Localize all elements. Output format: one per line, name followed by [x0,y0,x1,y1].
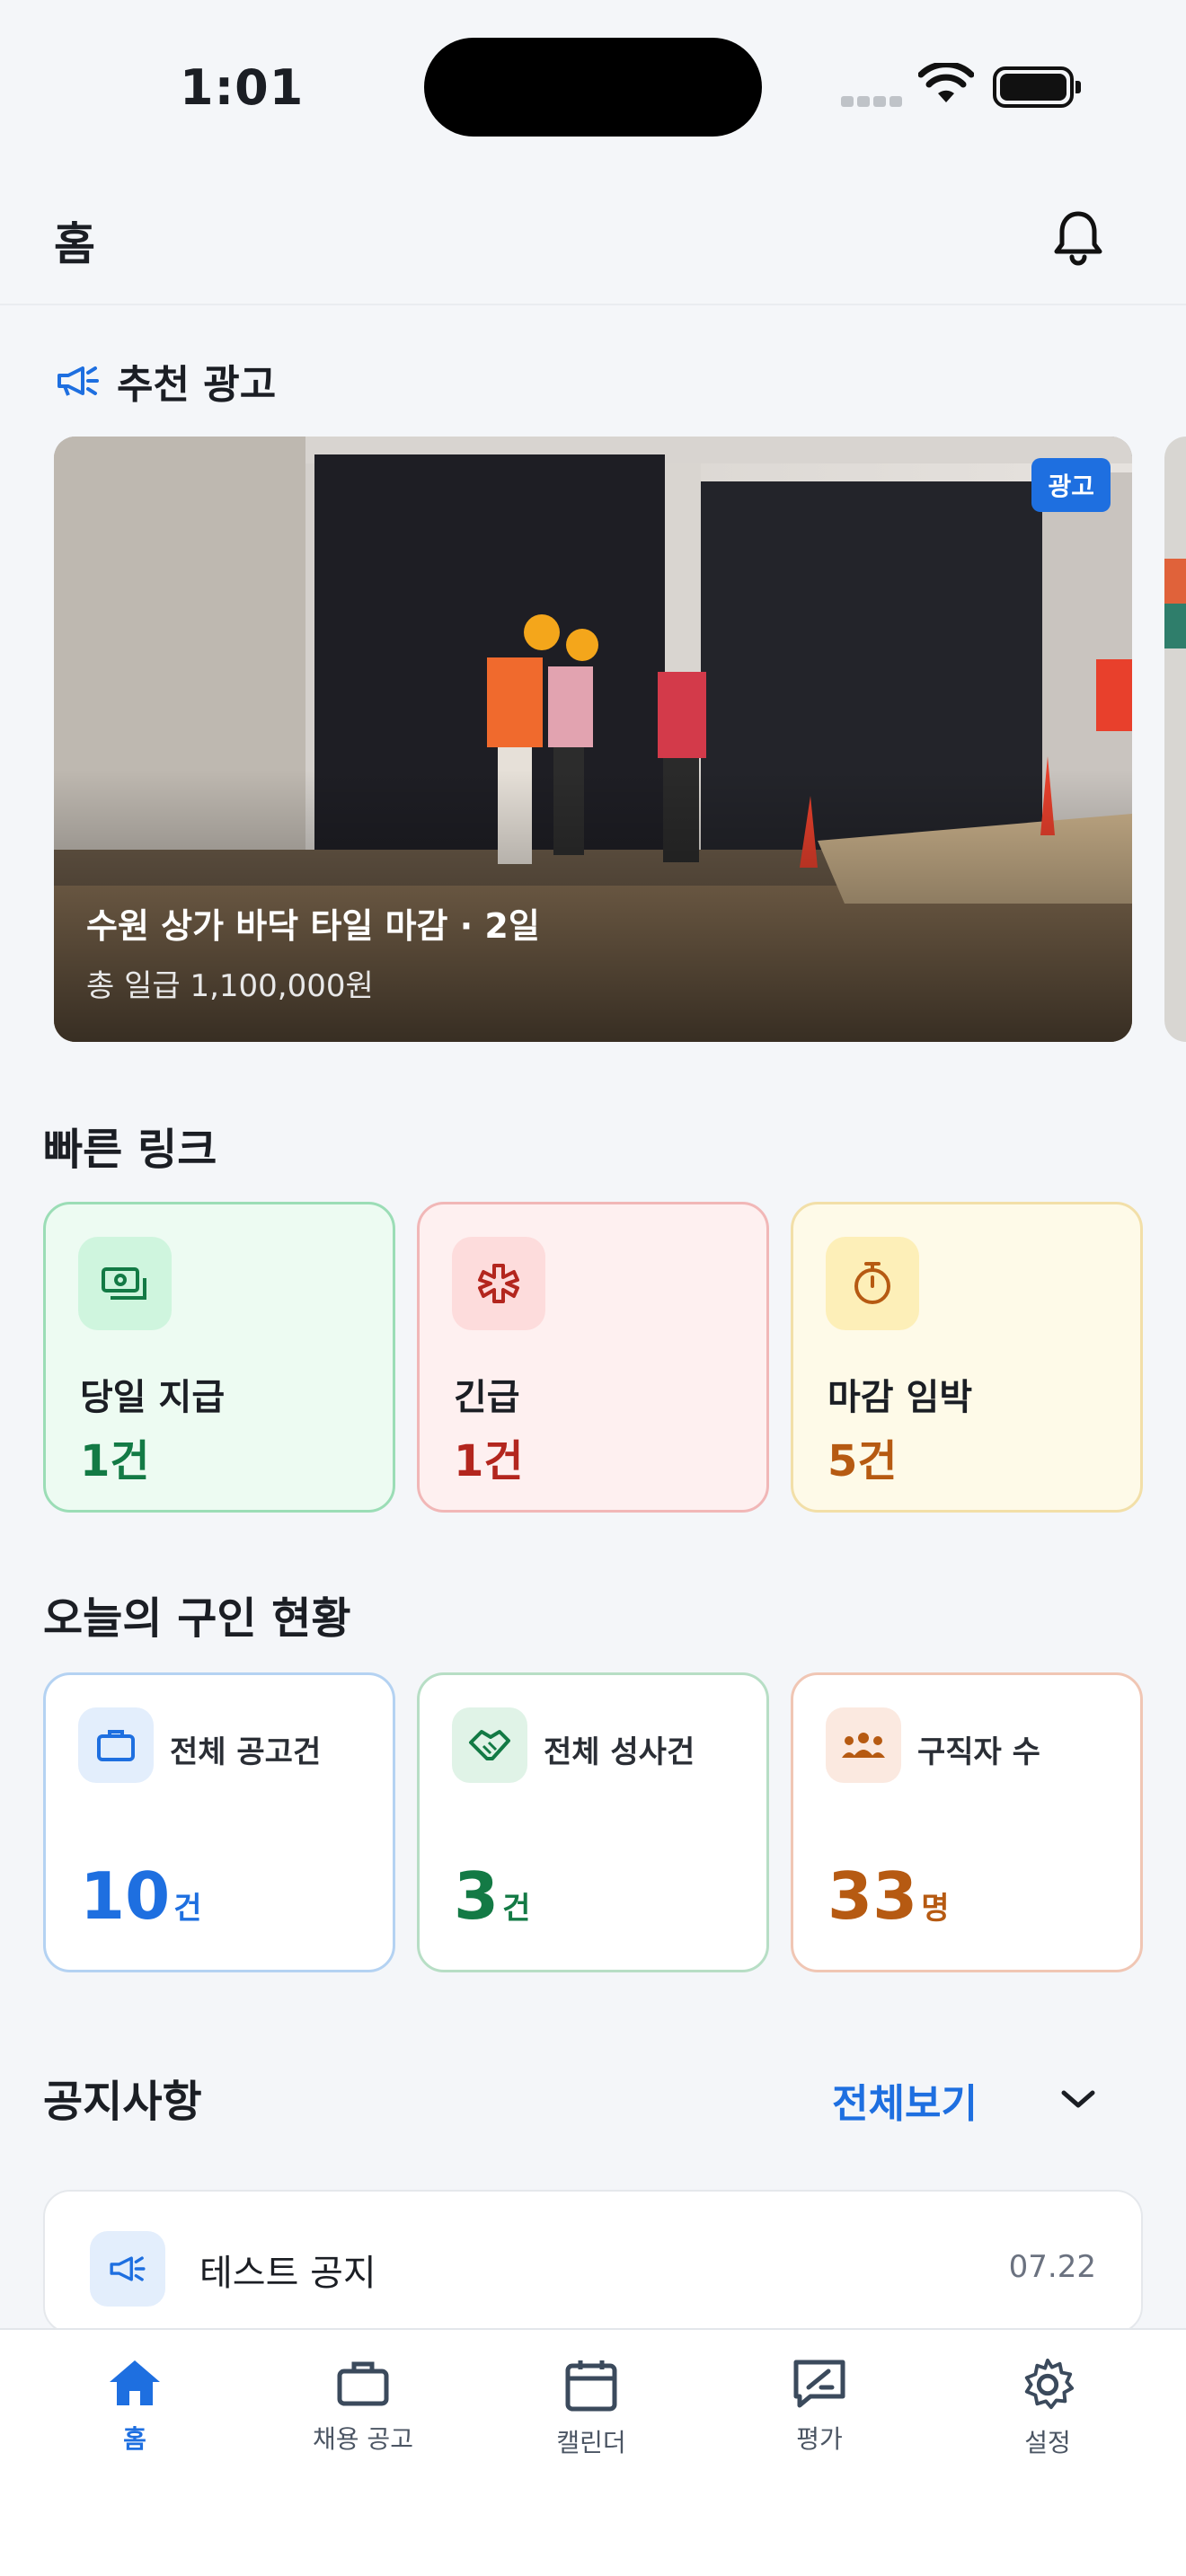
stat-value: 3 [454,1858,500,1934]
tab-calendar[interactable]: 캘린더 [501,2357,681,2459]
notice-title: 테스트 공지 [199,2253,376,2294]
stat-total-postings[interactable]: 전체 공고건 10 건 [43,1672,395,1972]
stat-unit: 건 [173,1891,202,1927]
tab-label: 캘린더 [556,2428,626,2457]
notification-bell-icon[interactable] [1048,207,1109,268]
stat-unit: 건 [502,1891,531,1927]
page-title: 홈 [54,218,95,270]
quick-links-title: 빠른 링크 [43,1125,217,1175]
cash-icon [78,1237,172,1330]
recommended-ad-card[interactable]: 광고 수원 상가 바닥 타일 마감 · 2일 총 일급 1,100,000원 [54,437,1132,1042]
group-icon [826,1707,901,1783]
cellular-signal-icon [841,93,906,110]
timer-icon [826,1237,919,1330]
megaphone-icon [90,2231,165,2307]
dynamic-island [424,38,762,137]
quick-link-count: 1건 [454,1436,524,1486]
stat-total-matches[interactable]: 전체 성사건 3건 [417,1672,769,1972]
notices-title: 공지사항 [43,2077,202,2127]
chevron-down-icon[interactable] [1058,2086,1098,2113]
status-bar: 1:01 [0,0,1186,171]
quick-link-label: 당일 지급 [80,1377,226,1418]
stat-unit: 명 [921,1891,950,1927]
bottom-tab-bar: 홈 채용 공고 캘린더 평가 설정 [0,2328,1186,2576]
quick-link-deadline-soon[interactable]: 마감 임박 5건 [791,1202,1143,1513]
tab-job-postings[interactable]: 채용 공고 [273,2357,453,2456]
stat-label: 구직자 수 [917,1734,1040,1770]
ad-subtitle: 총 일급 1,100,000원 [86,968,374,1004]
quick-link-count: 5건 [828,1436,898,1486]
stat-value-wrap: 33 명 [828,1858,949,1934]
review-icon [793,2360,845,2408]
quick-link-same-day-pay[interactable]: 당일 지급 1건 [43,1202,395,1513]
stat-job-seekers[interactable]: 구직자 수 33 명 [791,1672,1143,1972]
tab-review[interactable]: 평가 [730,2357,909,2456]
megaphone-icon [58,366,99,396]
battery-icon [993,66,1081,108]
today-status-title: 오늘의 구인 현황 [43,1593,351,1644]
emergency-icon [452,1237,545,1330]
ad-badge: 광고 [1031,458,1111,512]
tab-home[interactable]: 홈 [45,2357,225,2456]
notice-list-item[interactable]: 테스트 공지 07.22 [43,2190,1143,2333]
ads-section-title: 추천 광고 [117,362,277,408]
stat-value: 10 [80,1858,171,1934]
tab-settings[interactable]: 설정 [958,2357,1137,2459]
tab-label: 설정 [1024,2428,1071,2457]
stat-value-wrap: 10 건 [80,1858,201,1934]
stat-label: 전체 공고건 [170,1734,322,1770]
top-header: 홈 [0,171,1186,305]
see-all-notices-link[interactable]: 전체보기 [832,2071,978,2129]
status-time: 1:01 [180,59,305,116]
stat-value-wrap: 3건 [454,1858,530,1934]
gear-icon [1024,2358,1075,2410]
tab-label: 평가 [796,2424,843,2454]
ads-section-header: 추천 광고 [56,352,276,410]
notice-date: 07.22 [1008,2249,1096,2285]
quick-link-label: 마감 임박 [828,1377,973,1418]
quick-link-label: 긴급 [454,1377,520,1418]
briefcase-icon [78,1707,154,1783]
tab-label: 채용 공고 [313,2424,413,2454]
next-ad-card-peek[interactable] [1164,437,1186,1042]
ad-photo [54,437,1132,1042]
calendar-icon [565,2360,617,2412]
home-icon [110,2360,160,2405]
briefcase-icon [337,2361,389,2406]
stat-value: 33 [828,1858,918,1934]
wifi-icon [918,63,974,102]
quick-link-urgent[interactable]: 긴급 1건 [417,1202,769,1513]
ad-title: 수원 상가 바닥 타일 마감 · 2일 [86,906,540,946]
quick-link-count: 1건 [80,1436,150,1486]
tab-label: 홈 [123,2424,146,2454]
stat-label: 전체 성사건 [544,1734,695,1770]
handshake-icon [452,1707,527,1783]
